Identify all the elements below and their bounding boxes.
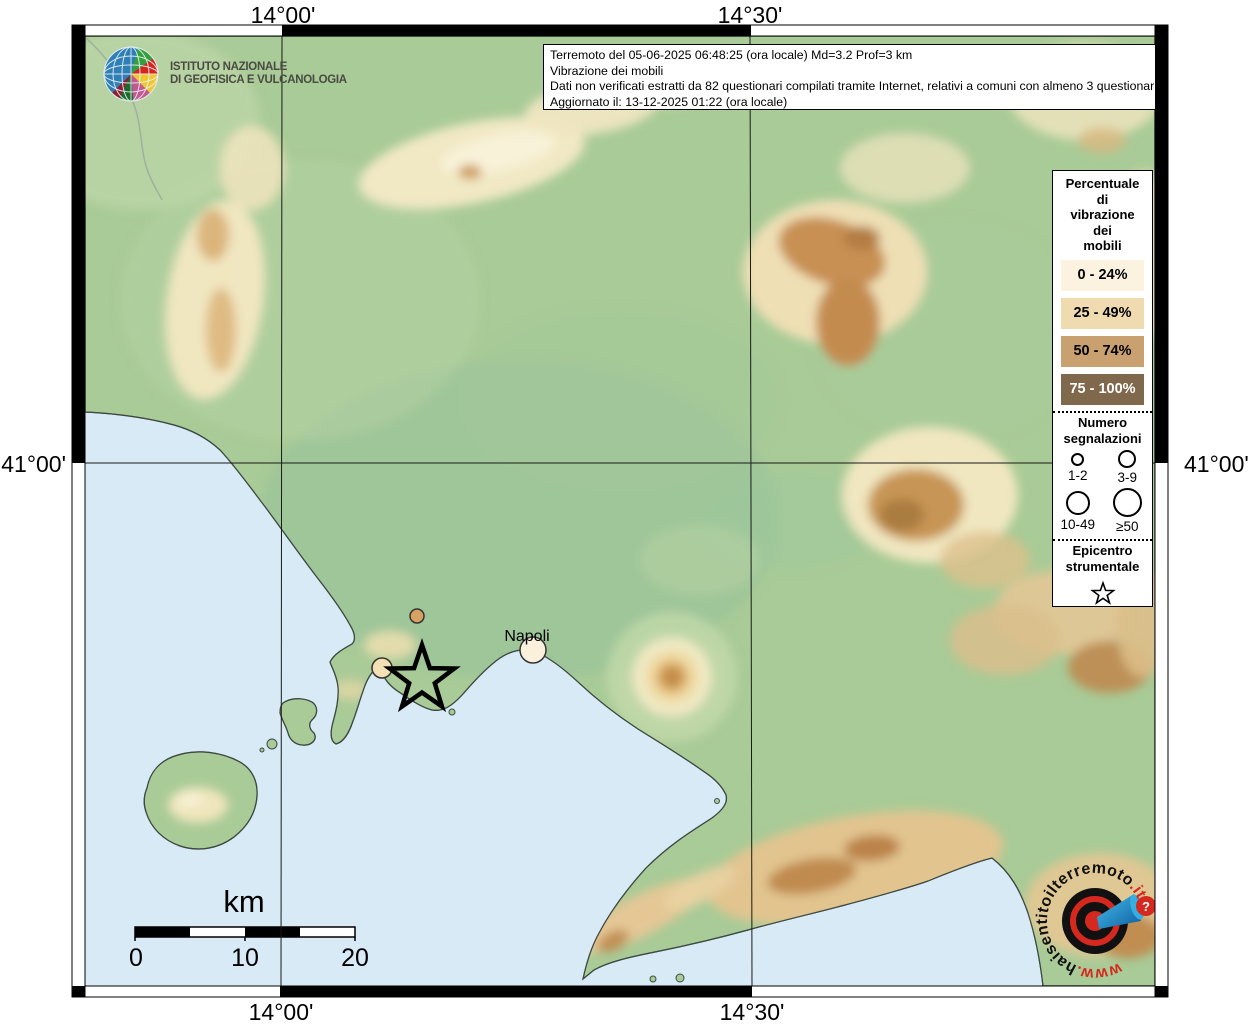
scalebar-unit: km — [223, 884, 264, 920]
axis-label-bottom-14-30: 14°30' — [720, 999, 785, 1024]
screenshot-root: ? www.haisentitoilterremoto.it 14°00' 14… — [0, 0, 1254, 1024]
legend-count-3-9: 3-9 — [1103, 449, 1153, 485]
event-title: Terremoto del 05-06-2025 06:48:25 (ora l… — [550, 48, 1155, 64]
question-mark: ? — [1142, 899, 1150, 914]
event-updated-at: Aggiornato il: 13-12-2025 01:22 (ora loc… — [550, 95, 1155, 111]
legend-count-1-2: 1-2 — [1053, 449, 1103, 485]
ingv-wordmark: ISTITUTO NAZIONALE DI GEOFISICA E VULCAN… — [170, 61, 347, 86]
legend-swatch-0-24: 0 - 24% — [1061, 260, 1144, 291]
axis-label-left-41-00: 41°00' — [0, 451, 66, 478]
count-circle-icon — [1066, 491, 1090, 515]
legend-panel: Percentuale di vibrazione dei mobili 0 -… — [1052, 170, 1153, 607]
legend-epicenter-title: Epicentro strumentale — [1053, 543, 1152, 574]
legend-count-title: Numero segnalazioni — [1053, 415, 1152, 446]
legend-count-10-49: 10-49 — [1053, 488, 1103, 534]
report-circle — [410, 609, 424, 623]
axis-label-top-14-30: 14°30' — [718, 2, 783, 29]
ingv-wordmark-line1: ISTITUTO NAZIONALE — [170, 61, 347, 74]
event-info-box: Terremoto del 05-06-2025 06:48:25 (ora l… — [543, 44, 1156, 110]
legend-divider — [1053, 411, 1152, 413]
axis-label-right-41-00: 41°00' — [1184, 451, 1249, 478]
legend-epicenter-star — [1053, 580, 1152, 606]
scalebar-tick-10: 10 — [231, 944, 259, 973]
legend-swatch-75-100: 75 - 100% — [1061, 374, 1144, 405]
scalebar-tick-20: 20 — [341, 944, 369, 973]
city-label-napoli: Napoli — [504, 628, 549, 646]
legend-divider — [1053, 539, 1152, 541]
count-circle-icon — [1118, 450, 1136, 468]
legend-pct-title: Percentuale di vibrazione dei mobili — [1053, 171, 1152, 254]
epicenter-star-icon — [1090, 580, 1116, 606]
event-subtitle: Vibrazione dei mobili — [550, 64, 1155, 80]
legend-count-50plus: ≥50 — [1103, 488, 1153, 534]
count-circle-icon — [1071, 453, 1084, 466]
count-circle-icon — [1113, 488, 1142, 517]
legend-swatch-25-49: 25 - 49% — [1061, 298, 1144, 329]
ingv-wordmark-line2: DI GEOFISICA E VULCANOLOGIA — [170, 74, 347, 87]
scalebar-tick-0: 0 — [129, 944, 143, 973]
event-disclaimer: Dati non verificati estratti da 82 quest… — [550, 79, 1155, 95]
ingv-logo-icon — [104, 47, 158, 101]
legend-count-grid: 1-2 3-9 10-49 ≥50 — [1053, 446, 1152, 534]
legend-swatch-50-74: 50 - 74% — [1061, 336, 1144, 367]
axis-label-top-14-00: 14°00' — [251, 2, 316, 29]
axis-label-bottom-14-00: 14°00' — [249, 999, 314, 1024]
